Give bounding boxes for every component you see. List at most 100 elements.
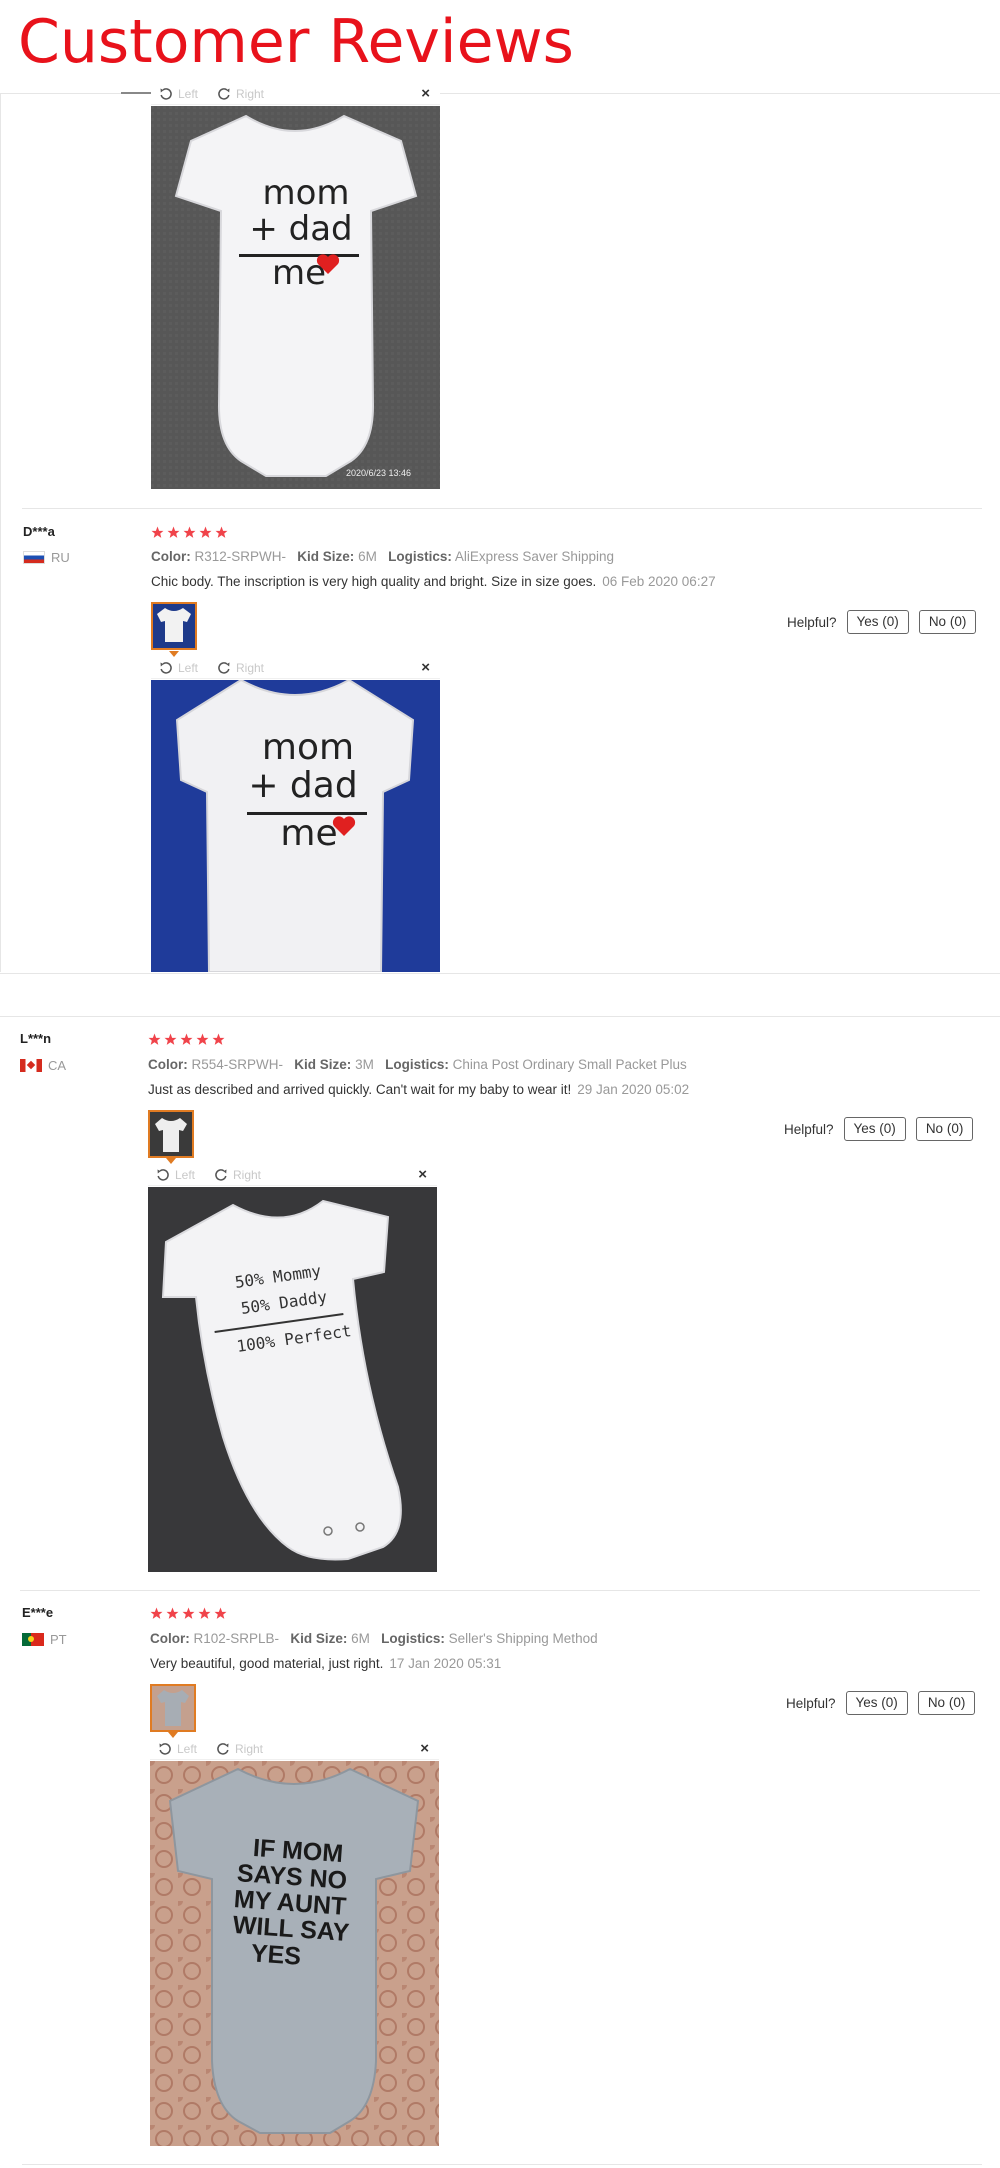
rotate-right-icon — [217, 1743, 229, 1755]
color-value: R102-SRPLB- — [193, 1631, 280, 1646]
kid-size-value: 6M — [358, 549, 377, 564]
kid-size-value: 6M — [351, 1631, 370, 1646]
thumbnail-pointer — [169, 651, 179, 657]
shirt-text-line: me — [280, 813, 338, 854]
star-icon — [180, 1033, 193, 1045]
star-icon — [164, 1033, 177, 1045]
image-viewer-toolbar: Left Right × — [148, 1166, 437, 1186]
onesie-illustration — [151, 106, 440, 489]
helpful-section: Helpful? Yes (0) No (0) — [784, 1117, 974, 1141]
review-body: Just as described and arrived quickly. C… — [148, 1082, 572, 1097]
thumbnail-pointer — [166, 1158, 176, 1164]
flag-icon — [22, 1633, 44, 1646]
review-text: Very beautiful, good material, just righ… — [150, 1656, 501, 1671]
heart-icon — [332, 816, 356, 836]
review-date: 06 Feb 2020 06:27 — [602, 574, 716, 589]
onesie-illustration — [148, 1187, 437, 1572]
yes-button[interactable]: Yes (0) — [845, 1691, 908, 1715]
image-viewer-toolbar: Left Right × — [151, 85, 440, 105]
shirt-text-line: + dad — [249, 209, 353, 249]
review-thumbnail[interactable] — [148, 1110, 194, 1158]
star-icon — [212, 1033, 225, 1045]
rotate-left-icon — [159, 1743, 171, 1755]
helpful-label: Helpful? — [784, 1121, 834, 1137]
rotate-left-button[interactable]: Left — [159, 661, 198, 675]
star-icon — [148, 1033, 161, 1045]
no-button[interactable]: No (0) — [917, 1691, 976, 1715]
rotate-left-label: Left — [178, 661, 199, 675]
left-border — [0, 94, 1, 972]
yes-button[interactable]: Yes (0) — [846, 610, 909, 634]
reviewer-country: RU — [23, 550, 70, 565]
kid-size-value: 3M — [355, 1057, 374, 1072]
kid-size-label: Kid Size: — [294, 1057, 352, 1072]
review-divider — [22, 508, 982, 509]
star-icon — [215, 526, 228, 538]
review-photo[interactable]: mom + dad me — [151, 680, 440, 972]
rotate-right-button[interactable]: Right — [217, 661, 264, 675]
star-icon — [166, 1607, 179, 1619]
rotate-right-label: Right — [235, 1742, 264, 1756]
review-photo[interactable]: IF MOM SAYS NO MY AUNT WILL SAY YES — [150, 1761, 439, 2146]
close-icon[interactable]: × — [421, 85, 430, 102]
reviewer-name: E***e — [22, 1605, 54, 1620]
review-divider — [20, 1590, 980, 1591]
thumbnail-image — [152, 1686, 194, 1730]
rotate-left-icon — [160, 662, 172, 674]
review-meta: Color: R312-SRPWH- Kid Size: 6M Logistic… — [151, 549, 614, 564]
country-code: CA — [48, 1058, 67, 1073]
star-icon — [183, 526, 196, 538]
helpful-label: Helpful? — [786, 1695, 836, 1711]
rotate-left-button[interactable]: Left — [159, 87, 198, 101]
review-date: 29 Jan 2020 05:02 — [577, 1082, 690, 1097]
reviewer-country: CA — [20, 1058, 66, 1073]
review-photo[interactable]: mom + dad me 2020/6/23 13:46 — [151, 106, 440, 489]
close-icon[interactable]: × — [418, 1166, 427, 1183]
rotate-left-label: Left — [177, 1742, 198, 1756]
logistics-label: Logistics: — [385, 1057, 449, 1072]
section-divider — [0, 973, 1000, 974]
logistics-label: Logistics: — [388, 549, 452, 564]
star-icon — [199, 526, 212, 538]
rotate-left-button[interactable]: Left — [158, 1742, 197, 1756]
rotate-left-label: Left — [178, 87, 199, 101]
review-body: Very beautiful, good material, just righ… — [150, 1656, 384, 1671]
review-photo[interactable]: 50% Mommy 50% Daddy 100% Perfect — [148, 1187, 437, 1572]
heart-icon — [316, 254, 340, 274]
review-body: Chic body. The inscription is very high … — [151, 574, 597, 589]
star-icon — [196, 1033, 209, 1045]
rotate-right-label: Right — [236, 87, 265, 101]
rotate-right-button[interactable]: Right — [217, 87, 264, 101]
rotate-left-label: Left — [175, 1168, 196, 1182]
color-value: R312-SRPWH- — [194, 549, 287, 564]
page-title: Customer Reviews — [18, 7, 574, 77]
rotate-right-label: Right — [233, 1168, 262, 1182]
rotate-right-button[interactable]: Right — [214, 1168, 261, 1182]
review-thumbnail[interactable] — [150, 1684, 196, 1732]
no-button[interactable]: No (0) — [915, 1117, 974, 1141]
logistics-value: Seller's Shipping Method — [448, 1631, 598, 1646]
color-label: Color: — [151, 549, 191, 564]
yes-button[interactable]: Yes (0) — [843, 1117, 906, 1141]
helpful-label: Helpful? — [787, 614, 837, 630]
rotate-left-button[interactable]: Left — [156, 1168, 195, 1182]
flag-icon — [20, 1059, 42, 1072]
rotate-left-icon — [160, 88, 172, 100]
photo-timestamp: 2020/6/23 13:46 — [346, 468, 412, 478]
rotate-right-button[interactable]: Right — [216, 1742, 263, 1756]
image-viewer-toolbar: Left Right × — [151, 659, 440, 679]
review-meta: Color: R102-SRPLB- Kid Size: 6M Logistic… — [150, 1631, 598, 1646]
thumbnail-image — [153, 604, 195, 648]
no-button[interactable]: No (0) — [918, 610, 977, 634]
reviewer-country: PT — [22, 1632, 67, 1647]
review-thumbnail[interactable] — [151, 602, 197, 650]
star-icon — [198, 1607, 211, 1619]
color-label: Color: — [148, 1057, 188, 1072]
shirt-text-line: + dad — [248, 765, 358, 806]
review-meta: Color: R554-SRPWH- Kid Size: 3M Logistic… — [148, 1057, 687, 1072]
reviewer-name: D***a — [23, 524, 55, 539]
close-icon[interactable]: × — [421, 659, 430, 676]
rotate-right-icon — [218, 662, 230, 674]
close-icon[interactable]: × — [420, 1740, 429, 1757]
star-icon — [150, 1607, 163, 1619]
